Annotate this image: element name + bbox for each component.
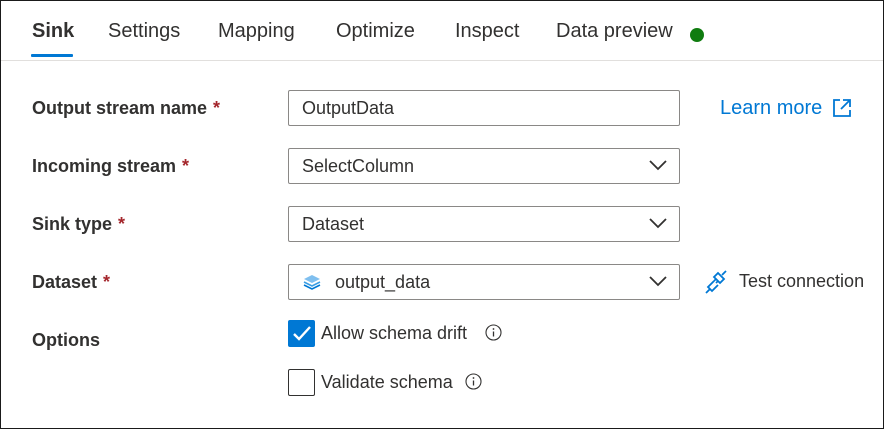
validate-schema-checkbox[interactable] — [288, 369, 315, 396]
sink-type-value: Dataset — [302, 214, 365, 234]
sink-type-dropdown[interactable]: Dataset — [288, 206, 680, 242]
required-marker: * — [213, 98, 221, 118]
validate-schema-label[interactable]: Validate schema — [321, 372, 453, 393]
tab-bar: Sink Settings Mapping Optimize Inspect D… — [1, 1, 883, 61]
tab-inspect[interactable]: Inspect — [455, 20, 519, 43]
tab-data-preview[interactable]: Data preview — [556, 20, 673, 43]
info-icon[interactable] — [465, 373, 482, 390]
incoming-stream-value: SelectColumn — [302, 156, 415, 176]
info-icon[interactable] — [485, 324, 502, 341]
chevron-down-icon — [649, 218, 667, 229]
output-stream-name-input[interactable]: OutputData — [288, 90, 680, 126]
checkmark-icon — [293, 326, 311, 341]
required-marker: * — [118, 214, 126, 234]
test-connection-label: Test connection — [739, 271, 865, 291]
tab-optimize[interactable]: Optimize — [336, 20, 415, 43]
sink-panel: Sink Settings Mapping Optimize Inspect D… — [0, 0, 884, 429]
dataset-value: output_data — [335, 272, 431, 292]
output-stream-name-label: Output stream name * — [32, 98, 221, 118]
external-link-icon[interactable] — [832, 98, 852, 118]
incoming-stream-label: Incoming stream * — [32, 156, 190, 176]
active-tab-indicator — [31, 54, 73, 57]
allow-schema-drift-label[interactable]: Allow schema drift — [321, 323, 467, 344]
incoming-stream-dropdown[interactable]: SelectColumn — [288, 148, 680, 184]
tab-mapping[interactable]: Mapping — [218, 20, 295, 43]
tab-settings[interactable]: Settings — [108, 20, 180, 43]
status-dot-icon — [690, 28, 704, 42]
chevron-down-icon — [649, 160, 667, 171]
dataset-icon — [303, 275, 321, 290]
dataset-label: Dataset * — [32, 272, 111, 292]
tab-sink[interactable]: Sink — [32, 20, 74, 43]
chevron-down-icon — [649, 276, 667, 287]
output-stream-name-value: OutputData — [302, 98, 395, 118]
required-marker: * — [103, 272, 111, 292]
learn-more-link[interactable]: Learn more — [720, 97, 822, 120]
options-label: Options — [32, 330, 100, 350]
sink-type-label: Sink type * — [32, 214, 126, 234]
allow-schema-drift-checkbox[interactable] — [288, 320, 315, 347]
dataset-dropdown[interactable]: output_data — [288, 264, 680, 300]
plug-connection-icon — [705, 270, 727, 294]
required-marker: * — [182, 156, 190, 176]
